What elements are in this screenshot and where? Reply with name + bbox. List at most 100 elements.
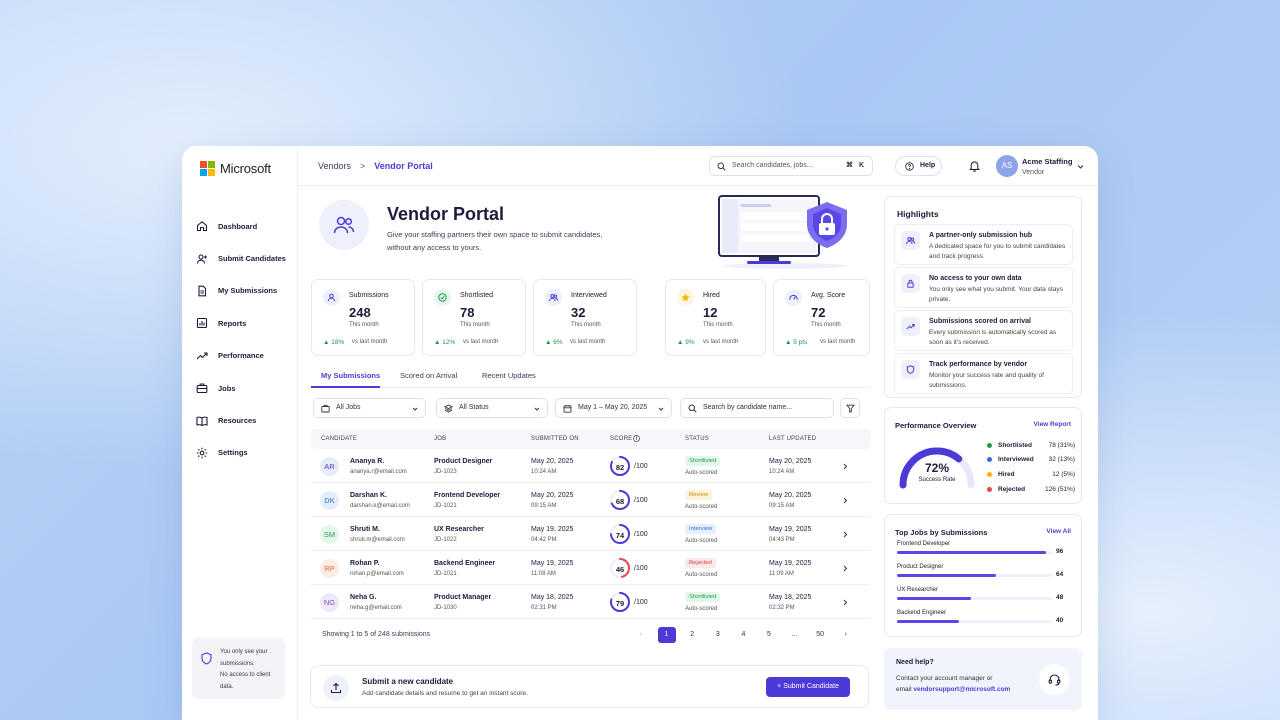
- trend-icon: [906, 324, 915, 330]
- auto-scored-label: Auto-scored: [685, 504, 718, 510]
- candidate-name[interactable]: Darshan K.: [350, 492, 387, 499]
- tab-scored-on-arrival[interactable]: Scored on Arrival: [400, 371, 457, 380]
- score-value: 46: [615, 564, 625, 574]
- trend-icon: [196, 352, 208, 360]
- candidate-search-input[interactable]: Search by candidate name...: [680, 398, 834, 418]
- highlights-title: Highlights: [897, 209, 939, 219]
- pagination-prev[interactable]: ‹: [632, 627, 650, 643]
- users-icon: [906, 237, 915, 245]
- top-job-name: UX Researcher: [897, 587, 939, 593]
- sidebar-item-resources[interactable]: Resources: [196, 404, 286, 436]
- microsoft-logo[interactable]: Microsoft: [200, 161, 271, 176]
- table-row[interactable]: SM Shruti M. shruti.m@email.com UX Research…: [311, 517, 870, 551]
- stat-period: This month: [571, 322, 601, 328]
- sidebar-item-reports[interactable]: Reports: [196, 307, 286, 339]
- page-description-line: without any access to yours.: [387, 243, 482, 252]
- submitted-time: 09:15 AM: [531, 503, 557, 509]
- highlight-title: A partner-only submission hub: [929, 232, 1033, 239]
- privacy-note-line: No access to client: [220, 672, 271, 678]
- sidebar-item-submit-candidates[interactable]: Submit Candidates: [196, 242, 286, 274]
- candidate-email: rohan.p@email.com: [350, 571, 404, 577]
- candidate-name[interactable]: Neha G.: [350, 594, 376, 601]
- bell-icon[interactable]: [969, 160, 980, 172]
- candidate-email: darshan.k@email.com: [350, 503, 410, 509]
- global-search-input[interactable]: Search candidates, jobs... ⌘ K: [709, 156, 873, 176]
- sidebar-item-jobs[interactable]: Jobs: [196, 372, 286, 404]
- stat-card-avg-score[interactable]: Avg. Score 72 This month ▲ 5 pts vs last…: [773, 279, 870, 356]
- breadcrumb-separator: >: [360, 161, 366, 171]
- candidate-name[interactable]: Ananya R.: [350, 458, 384, 465]
- tab-recent-updates[interactable]: Recent Updates: [482, 371, 536, 380]
- table-row[interactable]: NG Neha G. neha.g@email.com Product Manager…: [311, 585, 870, 619]
- app-window: Microsoft Dashboard Submit Candidates My…: [182, 146, 1098, 720]
- status-badge: Review: [685, 490, 713, 500]
- help-icon: [905, 162, 914, 171]
- status-filter-select[interactable]: All Status: [436, 398, 548, 418]
- account-avatar[interactable]: AS: [996, 155, 1018, 177]
- sidebar-item-my-submissions[interactable]: My Submissions: [196, 275, 286, 307]
- need-help-card: Need help? Contact your account manager …: [884, 648, 1082, 710]
- pagination-page[interactable]: 1: [657, 627, 676, 643]
- top-job-bar: [897, 574, 997, 577]
- pagination-page[interactable]: 3: [709, 627, 727, 643]
- candidate-name[interactable]: Shruti M.: [350, 526, 380, 533]
- pagination-summary: Showing 1 to 5 of 248 submissions: [322, 631, 431, 638]
- pagination-page[interactable]: 2: [683, 627, 701, 643]
- score-max: /100: [634, 599, 648, 606]
- view-all-link[interactable]: View All: [1046, 528, 1071, 535]
- table-row[interactable]: RP Rohan P. rohan.p@email.com Backend Engin…: [311, 551, 870, 585]
- submitted-date: May 19, 2025: [531, 526, 574, 533]
- chevron-right-icon[interactable]: [842, 599, 848, 606]
- stat-compare: vs last month: [463, 339, 499, 345]
- support-email-link[interactable]: vendorsupport@microsoft.com: [913, 686, 1010, 693]
- stat-compare: vs last month: [570, 339, 606, 345]
- sidebar-item-label: Performance: [218, 351, 264, 361]
- chevron-down-icon[interactable]: [1077, 163, 1084, 170]
- stat-card-hired[interactable]: Hired 12 This month ▲ 9% vs last month: [665, 279, 766, 356]
- sidebar-item-performance[interactable]: Performance: [196, 340, 286, 372]
- chevron-right-icon[interactable]: [842, 531, 848, 538]
- breadcrumb-vendors[interactable]: Vendors: [318, 161, 351, 171]
- pagination-page[interactable]: 50: [811, 627, 829, 643]
- chevron-right-icon[interactable]: [842, 463, 848, 470]
- top-jobs-card: Top Jobs by Submissions View All Fronten…: [884, 514, 1082, 637]
- stat-card-submissions[interactable]: Submissions 248 This month ▲ 18% vs last…: [311, 279, 415, 356]
- pagination-page[interactable]: 4: [734, 627, 752, 643]
- pagination-next[interactable]: ›: [837, 627, 855, 643]
- advanced-filter-button[interactable]: [840, 398, 860, 418]
- date-range-select[interactable]: May 1 – May 20, 2025: [555, 398, 672, 418]
- submit-candidate-button[interactable]: + Submit Candidate: [766, 677, 850, 697]
- stat-period: This month: [703, 322, 733, 328]
- legend-value: 32 (13%): [1048, 456, 1075, 463]
- pagination-page[interactable]: 5: [760, 627, 778, 643]
- sidebar-item-dashboard[interactable]: Dashboard: [196, 210, 286, 242]
- stat-card-interviewed[interactable]: Interviewed 32 This month ▲ 6% vs last m…: [533, 279, 637, 356]
- score-max: /100: [634, 497, 648, 504]
- top-job-bar: [897, 620, 959, 623]
- support-button[interactable]: [1039, 664, 1070, 695]
- jobs-filter-select[interactable]: All Jobs: [313, 398, 426, 418]
- calendar-icon: [563, 405, 572, 413]
- stat-card-shortlisted[interactable]: Shortlisted 78 This month ▲ 12% vs last …: [422, 279, 526, 356]
- score-max: /100: [634, 531, 648, 538]
- info-icon[interactable]: [633, 435, 640, 442]
- chevron-right-icon[interactable]: [842, 565, 848, 572]
- view-report-link[interactable]: View Report: [1034, 421, 1071, 428]
- table-row[interactable]: DK Darshan K. darshan.k@email.com Frontend …: [311, 483, 870, 517]
- sidebar-item-settings[interactable]: Settings: [196, 437, 286, 469]
- score-value: 79: [615, 598, 625, 608]
- account-info[interactable]: Acme Staffing Vendor: [1022, 157, 1072, 176]
- help-button[interactable]: Help: [895, 156, 942, 176]
- top-job-bar-track: [897, 620, 1052, 623]
- tab-my-submissions[interactable]: My Submissions: [321, 371, 380, 380]
- legend-name: Hired: [998, 471, 1015, 478]
- performance-overview-card: Performance Overview View Report 72% Suc…: [884, 407, 1082, 504]
- table-row[interactable]: AR Ananya R. ananya.r@email.com Product Des…: [311, 449, 870, 483]
- candidate-email: neha.g@email.com: [350, 605, 402, 611]
- updated-time: 02:32 PM: [769, 605, 795, 611]
- candidate-name[interactable]: Rohan P.: [350, 560, 379, 567]
- column-header-score[interactable]: SCORE: [610, 436, 632, 442]
- highlight-title: Submissions scored on arrival: [929, 318, 1031, 325]
- submission-tabs: My Submissions Scored on Arrival Recent …: [311, 366, 870, 388]
- chevron-right-icon[interactable]: [842, 497, 848, 504]
